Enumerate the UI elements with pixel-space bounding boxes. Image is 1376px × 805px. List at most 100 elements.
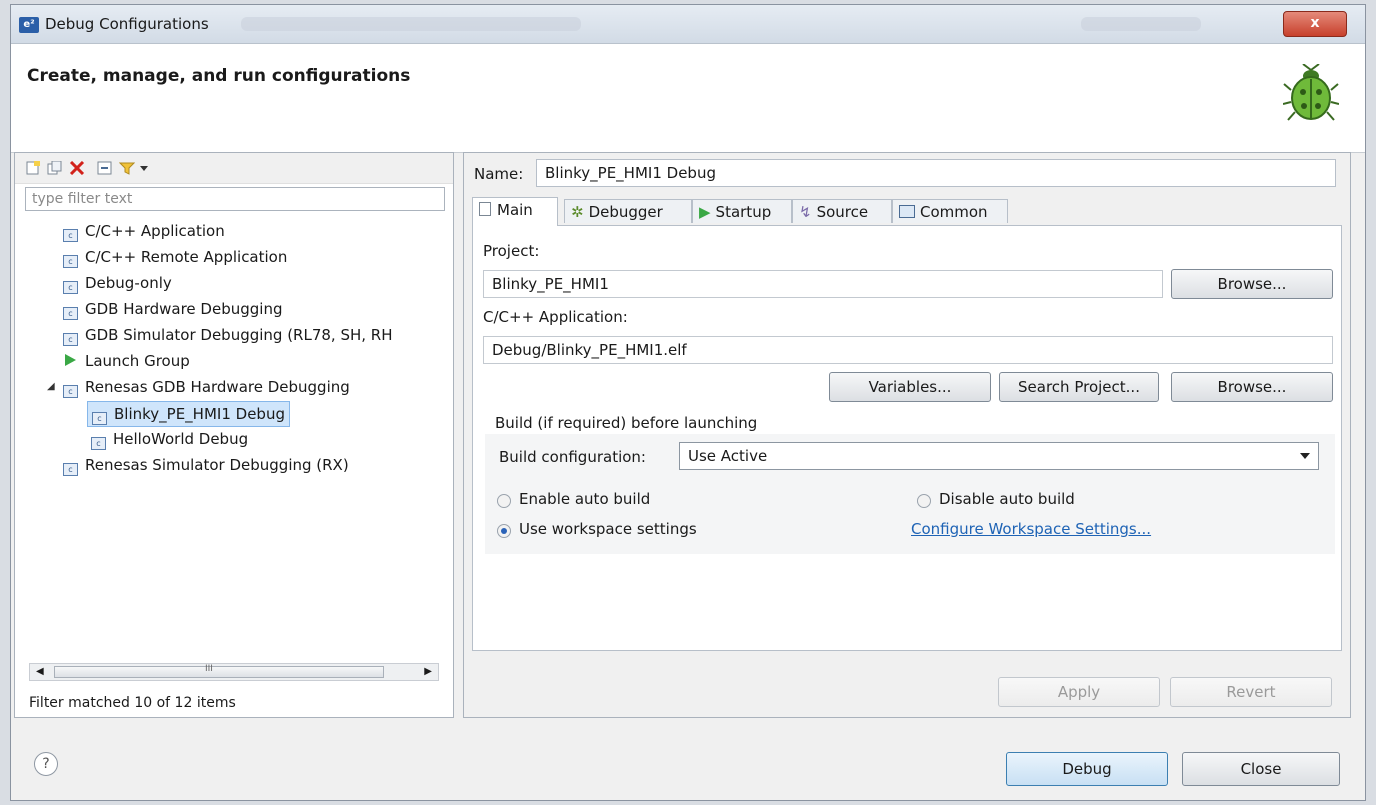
tree-item-label: GDB Simulator Debugging (RL78, SH, RH: [85, 326, 393, 344]
collapse-all-icon[interactable]: [97, 161, 113, 175]
tree-item-label: C/C++ Remote Application: [85, 248, 288, 266]
tab-label: Main: [497, 201, 533, 219]
c-config-icon: c: [91, 437, 106, 450]
tree-item-renesas-gdb-hardware[interactable]: ◢ c Renesas GDB Hardware Debugging: [47, 375, 350, 399]
new-config-icon[interactable]: [25, 161, 41, 175]
app-label: C/C++ Application:: [483, 308, 628, 326]
tree-item-label: Renesas Simulator Debugging (RX): [85, 456, 349, 474]
tab-source[interactable]: ↯ Source: [792, 199, 892, 223]
main-tab-panel: Project: Blinky_PE_HMI1 Browse... C/C++ …: [472, 225, 1342, 651]
enable-auto-build-radio[interactable]: [497, 494, 511, 508]
tree-toolbar: [15, 153, 453, 184]
build-group: Build configuration: Use Active Enable a…: [485, 434, 1335, 554]
tree-item-blinky-debug[interactable]: c Blinky_PE_HMI1 Debug: [87, 401, 290, 427]
chevron-down-icon: [1300, 453, 1310, 459]
tree-item-gdb-hardware[interactable]: c GDB Hardware Debugging: [63, 297, 282, 321]
tree-item-helloworld-debug[interactable]: c HelloWorld Debug: [91, 427, 248, 451]
project-label: Project:: [483, 242, 540, 260]
tree-item-renesas-simulator[interactable]: c Renesas Simulator Debugging (RX): [63, 453, 349, 477]
project-field[interactable]: Blinky_PE_HMI1: [483, 270, 1163, 298]
help-icon[interactable]: ?: [34, 752, 58, 776]
tab-startup[interactable]: ▶ Startup: [692, 199, 792, 223]
tab-main[interactable]: Main: [472, 197, 558, 226]
tree-item-cpp-application[interactable]: c C/C++ Application: [63, 219, 225, 243]
tree-item-label: C/C++ Application: [85, 222, 225, 240]
disable-auto-build-radio[interactable]: [917, 494, 931, 508]
search-project-button[interactable]: Search Project...: [999, 372, 1159, 402]
chevron-down-icon[interactable]: [139, 161, 149, 175]
filter-status: Filter matched 10 of 12 items: [29, 695, 236, 711]
app-field[interactable]: Debug/Blinky_PE_HMI1.elf: [483, 336, 1333, 364]
tree-item-debug-only[interactable]: c Debug-only: [63, 271, 172, 295]
c-config-icon: c: [63, 281, 78, 294]
name-label: Name:: [474, 165, 524, 183]
title-bar: e² Debug Configurations x: [11, 5, 1365, 44]
c-config-icon: c: [63, 307, 78, 320]
build-config-label: Build configuration:: [499, 448, 646, 466]
filter-input[interactable]: type filter text: [25, 187, 445, 211]
c-config-icon: c: [63, 463, 78, 476]
use-workspace-settings-radio[interactable]: [497, 524, 511, 538]
tree-item-label: Renesas GDB Hardware Debugging: [85, 378, 350, 396]
tree-item-launch-group[interactable]: Launch Group: [63, 349, 190, 373]
name-field[interactable]: Blinky_PE_HMI1 Debug: [536, 159, 1336, 187]
close-button[interactable]: Close: [1182, 752, 1340, 786]
source-icon: ↯: [799, 203, 812, 221]
disable-auto-build-label: Disable auto build: [939, 490, 1075, 508]
c-config-icon: c: [63, 385, 78, 398]
tab-debugger[interactable]: ✲ Debugger: [564, 199, 692, 223]
window-title: Debug Configurations: [45, 15, 209, 33]
tree-item-label: Blinky_PE_HMI1 Debug: [114, 405, 285, 423]
c-config-icon: c: [63, 255, 78, 268]
tree-item-gdb-simulator[interactable]: c GDB Simulator Debugging (RL78, SH, RH: [63, 323, 393, 347]
scrollbar-thumb[interactable]: III: [54, 664, 384, 678]
horizontal-scrollbar[interactable]: ◀ III ▶: [29, 663, 439, 681]
thumb-grip: III: [205, 664, 213, 674]
launch-group-icon: [65, 354, 76, 366]
tab-common[interactable]: Common: [892, 199, 1008, 223]
filter-configs-icon[interactable]: [119, 161, 135, 175]
build-config-select[interactable]: Use Active: [679, 442, 1319, 470]
c-config-icon: c: [63, 229, 78, 242]
c-config-icon: c: [63, 333, 78, 346]
tab-label: Startup: [715, 203, 772, 221]
common-icon: [899, 205, 915, 218]
tab-label: Common: [920, 203, 988, 221]
browse-project-button[interactable]: Browse...: [1171, 269, 1333, 299]
revert-button[interactable]: Revert: [1170, 677, 1332, 707]
c-config-icon: c: [92, 412, 107, 425]
eclipse-icon: e²: [19, 17, 39, 33]
build-config-value: Use Active: [688, 447, 768, 465]
tab-label: Debugger: [588, 203, 663, 221]
window-close-button[interactable]: x: [1283, 11, 1347, 37]
build-group-label: Build (if required) before launching: [495, 414, 758, 432]
delete-config-icon[interactable]: [69, 161, 85, 175]
tree-item-label: GDB Hardware Debugging: [85, 300, 283, 318]
enable-auto-build-label: Enable auto build: [519, 490, 651, 508]
debugger-icon: ✲: [571, 203, 584, 221]
expand-arrow-icon[interactable]: ◢: [47, 375, 55, 399]
tree-item-cpp-remote-application[interactable]: c C/C++ Remote Application: [63, 245, 287, 269]
main-icon: [479, 202, 491, 216]
variables-button[interactable]: Variables...: [829, 372, 991, 402]
debug-button[interactable]: Debug: [1006, 752, 1168, 786]
tab-label: Source: [816, 203, 869, 221]
config-editor-pane: Name: Blinky_PE_HMI1 Debug Main ✲ Debugge…: [463, 152, 1351, 718]
scroll-right-icon[interactable]: ▶: [424, 664, 432, 680]
scroll-left-icon[interactable]: ◀: [36, 664, 44, 680]
background-tab-blur: [241, 17, 581, 31]
header-title: Create, manage, and run configurations: [27, 66, 411, 86]
background-tab-blur: [1081, 17, 1201, 31]
browse-app-button[interactable]: Browse...: [1171, 372, 1333, 402]
tree-item-label: HelloWorld Debug: [113, 430, 249, 448]
startup-icon: ▶: [699, 203, 711, 221]
use-workspace-settings-label: Use workspace settings: [519, 520, 697, 538]
duplicate-config-icon[interactable]: [47, 161, 63, 175]
bug-icon: [1283, 64, 1339, 121]
apply-button[interactable]: Apply: [998, 677, 1160, 707]
config-tree-pane: type filter text c C/C++ Application c C/C…: [14, 152, 454, 718]
configure-workspace-link[interactable]: Configure Workspace Settings...: [911, 520, 1151, 538]
tree-item-label: Debug-only: [85, 274, 172, 292]
tree-item-label: Launch Group: [85, 352, 190, 370]
dialog-header: Create, manage, and run configurations: [11, 44, 1365, 153]
